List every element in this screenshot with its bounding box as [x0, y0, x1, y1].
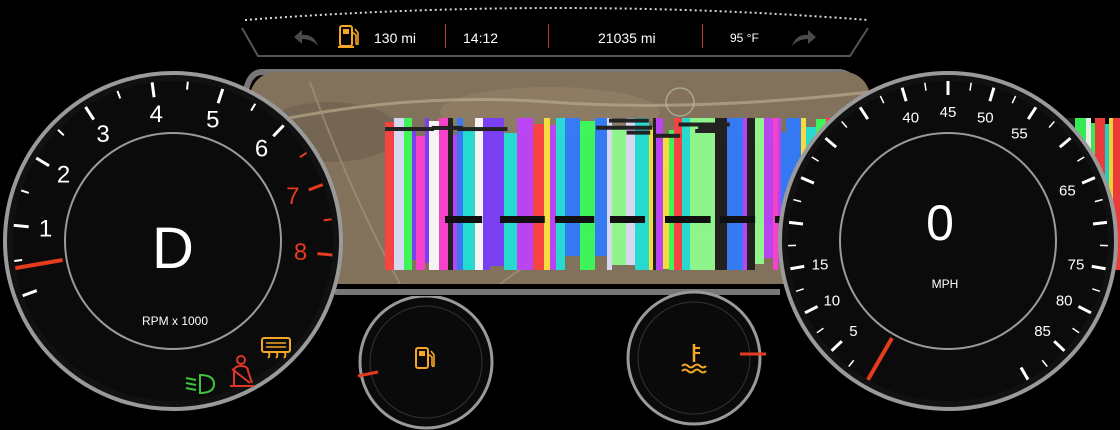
tach-tick-label: 8 [294, 239, 307, 266]
speed-tick-label: 40 [902, 109, 919, 126]
speed-tick-label: 10 [823, 292, 840, 309]
arrow-back-icon[interactable] [292, 26, 322, 50]
speed-tick-label: 55 [1011, 125, 1028, 142]
speed-unit-label: MPH [932, 277, 959, 291]
tach-tick-label: 7 [286, 183, 299, 210]
tach-tick [150, 82, 156, 98]
speed-tick-label: 85 [1034, 323, 1051, 340]
speedometer: 5 10 15 40 45 50 55 65 75 80 85 0 MPH [778, 71, 1118, 411]
tach-tick-label: 6 [255, 136, 268, 163]
tach-tick [323, 218, 332, 222]
tach-tick [14, 259, 23, 263]
outside-temp-readout: 95 °F [730, 31, 759, 45]
speed-tick [788, 220, 804, 226]
speed-tick-label: 15 [812, 257, 829, 274]
speed-tick-label: 65 [1059, 183, 1076, 200]
rear-defrost-icon [261, 337, 291, 359]
top-info-bar: 130 mi 14:12 21035 mi 95 °F [240, 10, 870, 60]
tach-tick [317, 252, 333, 257]
speed-tick-label: 50 [977, 109, 994, 126]
tachometer: 123 4 5 67 8 D RPM x 1000 [3, 71, 343, 411]
seatbelt-warning-icon [230, 355, 254, 387]
gear-indicator: D [152, 216, 194, 281]
divider [548, 24, 549, 48]
tach-tick-label: 1 [39, 215, 52, 242]
speed-tick-label: 5 [849, 323, 857, 340]
clock-readout: 14:12 [463, 30, 499, 46]
low-beam-headlight-icon [185, 373, 216, 395]
rpm-unit-label: RPM x 1000 [142, 314, 208, 328]
fuel-pump-icon [338, 25, 359, 48]
tach-tick-label: 2 [57, 162, 70, 189]
arrow-forward-icon[interactable] [788, 26, 818, 50]
speed-tick-label: 75 [1068, 257, 1085, 274]
divider [445, 24, 446, 48]
tach-tick-label: 3 [96, 121, 109, 148]
speed-tick [1092, 220, 1108, 226]
speed-readout: 0 [926, 195, 954, 251]
speed-tick-label: 80 [1056, 292, 1073, 309]
speed-tick-label: 45 [940, 104, 957, 121]
range-readout: 130 mi [374, 30, 417, 46]
tach-tick [13, 223, 29, 229]
tach-tick [186, 81, 189, 90]
coolant-gauge [626, 290, 766, 426]
tach-tick-label: 5 [206, 106, 219, 133]
tach-tick-label: 4 [150, 101, 163, 128]
odometer-readout: 21035 mi [598, 30, 656, 46]
fuel-gauge [357, 296, 494, 430]
divider [702, 24, 703, 48]
